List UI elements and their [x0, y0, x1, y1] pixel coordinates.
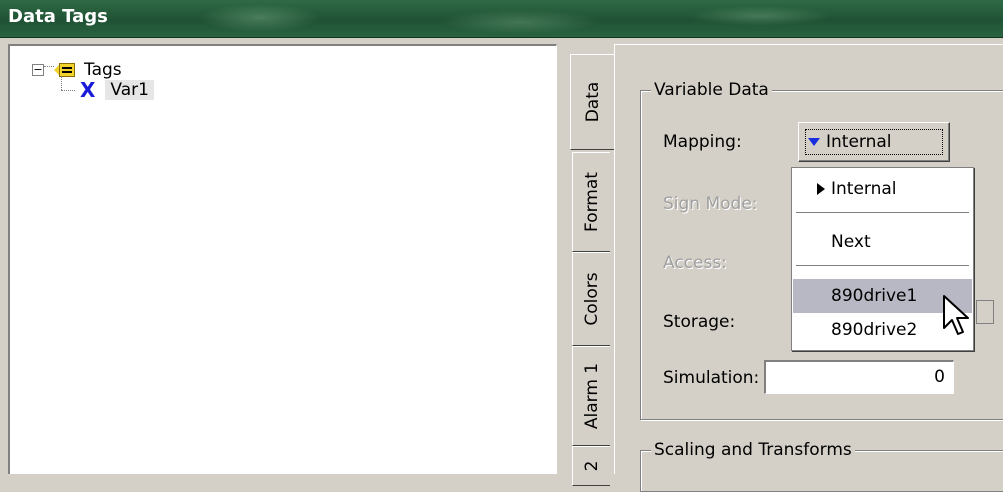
tab-format[interactable]: Format — [572, 152, 610, 252]
access-label: Access: — [663, 253, 727, 273]
tab-data-label: Data — [582, 81, 603, 123]
variable-data-title: Variable Data — [651, 80, 772, 100]
mapping-label: Mapping: — [663, 132, 742, 152]
tags-tree[interactable]: − Tags X Var1 — [8, 44, 557, 474]
menu-item-890drive2-label: 890drive2 — [831, 320, 918, 340]
simulation-input[interactable]: 0 — [764, 360, 954, 394]
menu-item-internal-label: Internal — [831, 179, 897, 199]
tree-label-var1: Var1 — [105, 80, 154, 100]
scaling-title: Scaling and Transforms — [651, 440, 855, 460]
menu-item-internal[interactable]: Internal — [793, 172, 972, 206]
menu-item-next-label: Next — [831, 232, 871, 252]
storage-label: Storage: — [663, 312, 736, 332]
storage-dropdown-edge[interactable] — [976, 300, 994, 324]
menu-separator — [796, 212, 969, 214]
panel-splitter[interactable] — [557, 44, 569, 474]
menu-item-890drive1-label: 890drive1 — [831, 286, 918, 306]
collapse-icon[interactable]: − — [32, 64, 44, 76]
window-title: Data Tags — [8, 6, 108, 27]
simulation-label: Simulation: — [663, 368, 760, 388]
tree-label-tags: Tags — [84, 60, 122, 80]
tab-alarm-2-label: 2 — [581, 460, 602, 472]
tab-colors[interactable]: Colors — [572, 252, 610, 346]
variable-icon: X — [80, 78, 96, 102]
tab-alarm-2[interactable]: 2 — [572, 446, 610, 486]
mapping-dropdown[interactable]: Internal — [798, 122, 950, 162]
dropdown-arrow-icon — [808, 138, 820, 146]
tree-node-var1[interactable]: X Var1 — [80, 80, 154, 100]
mouse-pointer-icon — [943, 295, 969, 335]
mapping-value: Internal — [826, 132, 892, 152]
tree-node-tags[interactable]: − Tags — [32, 60, 122, 80]
sign-mode-label: Sign Mode: — [663, 194, 758, 214]
vertical-tab-strip: Data Format Colors Alarm 1 2 — [570, 54, 616, 486]
selected-arrow-icon — [817, 183, 825, 195]
tab-colors-label: Colors — [581, 272, 602, 326]
menu-item-next[interactable]: Next — [793, 225, 972, 259]
menu-separator — [796, 265, 969, 267]
tab-alarm-1-label: Alarm 1 — [581, 362, 602, 430]
tag-folder-icon — [54, 63, 76, 77]
tab-alarm-1[interactable]: Alarm 1 — [572, 346, 610, 446]
window-titlebar: Data Tags — [0, 0, 1003, 38]
tab-format-label: Format — [581, 172, 602, 232]
tab-data[interactable]: Data — [570, 54, 614, 150]
